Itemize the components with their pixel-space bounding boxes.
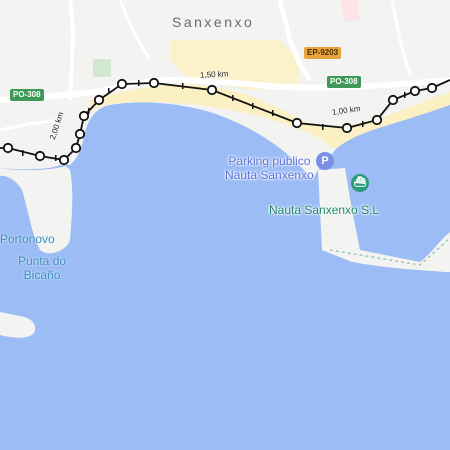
road-shield-po308-right: PO-308: [327, 76, 361, 88]
punta-label-line2: Bicaño: [23, 268, 61, 282]
parking-label-line2: Nauta Sanxenxo: [225, 168, 314, 182]
boat-pin-icon[interactable]: ⛴: [351, 174, 369, 192]
punta-do-bicano-label: Punta do Bicaño: [18, 254, 66, 282]
map-view[interactable]: Sanxenxo PO-308 PO-308 EP-9203 1,50 km 1…: [0, 0, 450, 450]
parking-label-line1: Parking público: [228, 154, 311, 168]
park-area: [93, 59, 111, 77]
distance-label-1-50km: 1,50 km: [199, 69, 229, 80]
road-shield-ep9203: EP-9203: [304, 47, 342, 59]
portonovo-label: Portonovo: [0, 232, 55, 246]
nauta-label[interactable]: Nauta Sanxenxo S.L: [269, 203, 379, 217]
parking-pin-icon[interactable]: P: [316, 152, 334, 170]
parking-label[interactable]: Parking público Nauta Sanxenxo: [225, 154, 314, 182]
road-shield-po308-left: PO-308: [10, 89, 44, 101]
map-canvas: [0, 0, 450, 450]
punta-label-line1: Punta do: [18, 254, 67, 268]
town-label: Sanxenxo: [172, 14, 255, 30]
